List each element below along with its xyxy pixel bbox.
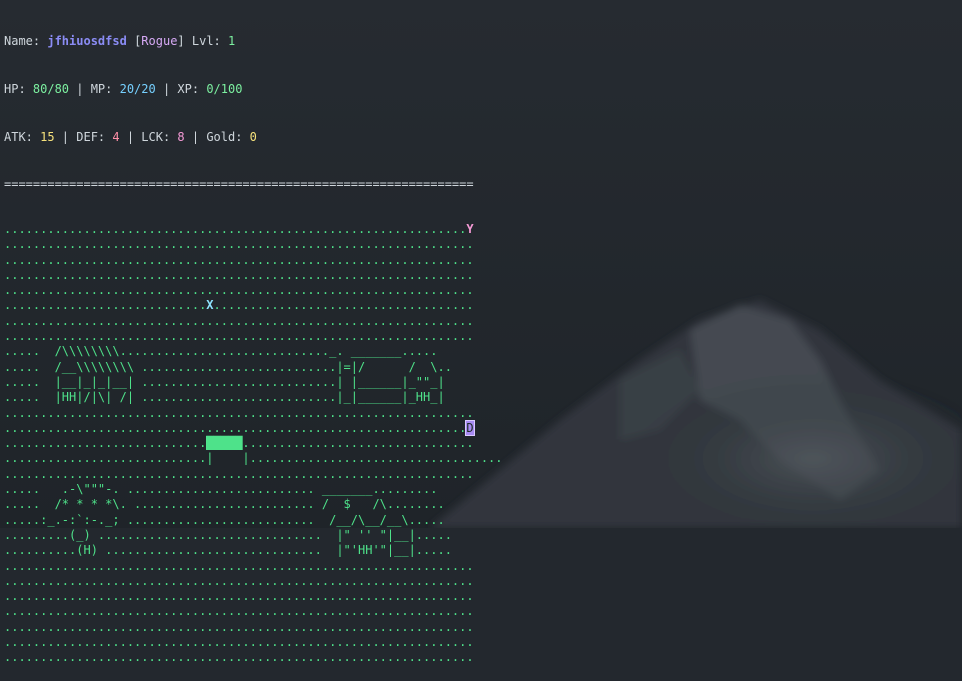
map-row-text: ........................................… xyxy=(4,558,474,573)
game-map[interactable]: ........................................… xyxy=(4,222,503,666)
name-label: Name: xyxy=(4,34,48,48)
class-close: ] xyxy=(177,34,192,48)
map-row-text: ............................ xyxy=(4,436,207,451)
map-row-text: ........................................… xyxy=(4,650,474,665)
mp-label: | MP: xyxy=(69,82,120,96)
status-separator: ========================================… xyxy=(4,177,474,191)
gold-label: | Gold: xyxy=(184,130,250,144)
map-row: ........................................… xyxy=(4,314,503,329)
status-line-1: Name: jfhiuosdfsd [Rogue] Lvl: 1 xyxy=(4,32,503,50)
map-row: ........................................… xyxy=(4,635,503,650)
lck-value: 8 xyxy=(177,130,185,144)
map-row-text: .........(_) ...........................… xyxy=(4,527,452,542)
map-row-text: ........................................… xyxy=(4,604,474,619)
map-row: ........................................… xyxy=(4,419,503,436)
map-row: ........................................… xyxy=(4,253,503,268)
player-cursor: █████ xyxy=(206,436,243,451)
map-row: ..... /__\\\\\\\\ ......................… xyxy=(4,360,503,375)
map-row: ........................................… xyxy=(4,559,503,574)
map-row-text: ........................................… xyxy=(4,466,474,481)
map-row: ............................X...........… xyxy=(4,298,503,313)
map-row: ..........(H) ..........................… xyxy=(4,543,503,558)
map-marker-y: Y xyxy=(466,222,474,236)
player-level: 1 xyxy=(228,34,236,48)
map-row-text: ..... |__|_|_|__| ......................… xyxy=(4,374,445,389)
map-row-text: ..........(H) ..........................… xyxy=(4,543,452,558)
map-row-text: ........................................… xyxy=(4,252,474,267)
map-row-text: ............................| |.........… xyxy=(4,451,503,466)
map-row-text: .................................... xyxy=(213,298,474,313)
map-row-text: ..... .-\"""-. .........................… xyxy=(4,482,438,497)
lck-label: | LCK: xyxy=(119,130,178,144)
xp-label: | XP: xyxy=(155,82,207,96)
map-row-text: ........................................… xyxy=(4,635,474,650)
map-row: ..... /\\\\\\\\.........................… xyxy=(4,344,503,359)
map-row: ..... .-\"""-. .........................… xyxy=(4,482,503,497)
map-row-text: ........................................… xyxy=(4,222,467,236)
map-row-text: ........................................… xyxy=(4,619,474,634)
map-row-text: ........................................… xyxy=(4,329,474,344)
atk-value: 15 xyxy=(40,130,55,144)
xp-value: 0/100 xyxy=(206,82,243,96)
atk-label: ATK: xyxy=(4,130,41,144)
map-row-text: ........................................… xyxy=(4,283,474,298)
map-row: .....:_.-:`:-._; .......................… xyxy=(4,513,503,528)
def-label: | DEF: xyxy=(54,130,113,144)
map-row-text: ..... |HH|/|\| /| ......................… xyxy=(4,390,445,405)
map-row-text: ........................................… xyxy=(4,313,474,328)
class-open: [ xyxy=(126,34,142,48)
map-row: ..... /* * * *\. .......................… xyxy=(4,497,503,512)
player-class: Rogue xyxy=(141,34,178,48)
map-row-text: ................................ xyxy=(242,436,474,451)
map-row: ........................................… xyxy=(4,268,503,283)
player-name: jfhiuosdfsd xyxy=(47,34,127,48)
map-row: ........................................… xyxy=(4,329,503,344)
map-row-text: ........................................… xyxy=(4,237,474,252)
map-row: .........(_) ...........................… xyxy=(4,528,503,543)
def-value: 4 xyxy=(112,130,120,144)
hp-label: HP: xyxy=(4,82,33,96)
map-row-text: ..... /\\\\\\\\.........................… xyxy=(4,344,438,359)
map-row: ........................................… xyxy=(4,620,503,635)
map-row-text: ........................................… xyxy=(4,405,474,420)
map-row: ........................................… xyxy=(4,604,503,619)
map-row: ............................█████.......… xyxy=(4,436,503,451)
map-row: ........................................… xyxy=(4,406,503,421)
status-line-2: HP: 80/80 | MP: 20/20 | XP: 0/100 xyxy=(4,80,503,98)
map-marker-d: D xyxy=(465,419,475,436)
mp-value: 20/20 xyxy=(119,82,156,96)
gold-value: 0 xyxy=(249,130,257,144)
hp-value: 80/80 xyxy=(32,82,70,96)
map-row-text: ........................................… xyxy=(4,573,474,588)
map-marker-x: X xyxy=(206,298,214,313)
map-row: ........................................… xyxy=(4,574,503,589)
map-row: ..... |__|_|_|__| ......................… xyxy=(4,375,503,390)
map-row: ........................................… xyxy=(4,589,503,604)
status-line-3: ATK: 15 | DEF: 4 | LCK: 8 | Gold: 0 xyxy=(4,128,503,146)
map-row-text: ........................................… xyxy=(4,420,467,435)
map-row-text: ........................................… xyxy=(4,589,474,604)
level-label: Lvl: xyxy=(191,34,228,48)
map-row-text: ..... /* * * *\. .......................… xyxy=(4,497,445,512)
game-terminal: Name: jfhiuosdfsd [Rogue] Lvl: 1 HP: 80/… xyxy=(4,2,503,681)
map-row-text: ..... /__\\\\\\\\ ......................… xyxy=(4,359,452,374)
map-row-text: ........................................… xyxy=(4,267,474,282)
map-row-text: .....:_.-:`:-._; .......................… xyxy=(4,512,445,527)
map-row: ........................................… xyxy=(4,283,503,298)
map-row-text: ............................ xyxy=(4,298,207,313)
map-row: ........................................… xyxy=(4,222,503,237)
map-row: ..... |HH|/|\| /| ......................… xyxy=(4,390,503,405)
map-row: ........................................… xyxy=(4,467,503,482)
map-row: ........................................… xyxy=(4,650,503,665)
map-row: ............................| |.........… xyxy=(4,451,503,466)
map-row: ........................................… xyxy=(4,237,503,252)
